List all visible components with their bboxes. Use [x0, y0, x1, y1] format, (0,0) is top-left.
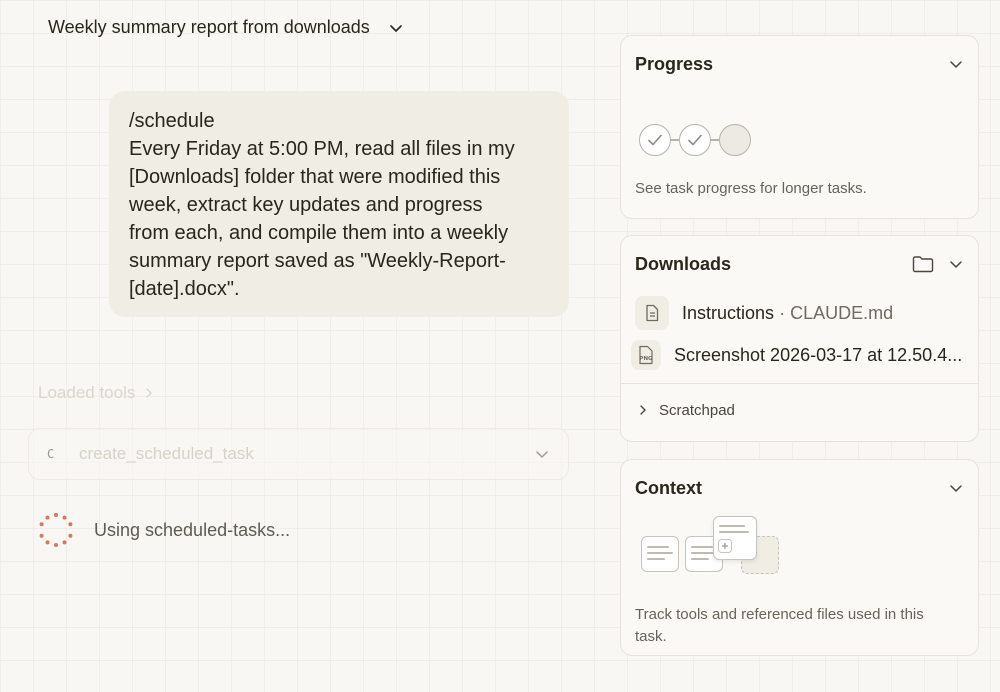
chevron-down-icon: [389, 24, 402, 32]
message-line: [Downloads] folder that were modified th…: [129, 166, 501, 188]
user-message-bubble: /schedule Every Friday at 5:00 PM, read …: [109, 91, 569, 317]
context-card-icon: [713, 516, 757, 560]
loaded-tools-label: Loaded tools: [38, 383, 136, 402]
checkmark-icon: [648, 134, 662, 146]
loaded-tools-toggle[interactable]: Loaded tools: [38, 383, 155, 403]
step-complete: [639, 124, 671, 156]
progress-title: Progress: [635, 53, 714, 74]
context-description-line: Track tools and referenced files used in…: [635, 606, 924, 623]
file-separator: ·: [779, 302, 786, 323]
step-complete: [679, 124, 711, 156]
chevron-down-icon: [950, 261, 962, 268]
progress-steps: [621, 92, 978, 178]
context-description: Track tools and referenced files used in…: [621, 604, 978, 648]
status-text: Using scheduled-tasks...: [94, 519, 291, 540]
plus-icon: [718, 539, 732, 553]
png-file-icon: PNG: [631, 340, 661, 370]
tool-status: Using scheduled-tasks...: [38, 512, 290, 548]
scratchpad-label: Scratchpad: [659, 401, 735, 419]
file-item-instructions[interactable]: Instructions · CLAUDE.md: [621, 292, 978, 334]
step-connector: [671, 139, 679, 141]
downloads-title: Downloads: [635, 253, 732, 274]
tool-name: create_scheduled_task: [79, 444, 254, 463]
context-description-line: task.: [635, 628, 667, 645]
tool-call-card[interactable]: C create_scheduled_task: [28, 428, 569, 480]
chevron-right-icon: [146, 388, 153, 398]
message-line: week, extract key updates and progress: [129, 194, 483, 216]
document-icon: [635, 296, 669, 330]
context-card-icon: [641, 536, 679, 572]
png-label: PNG: [639, 356, 653, 362]
file-item-screenshot[interactable]: PNG Screenshot 2026-03-17 at 12.50.4...: [617, 334, 978, 376]
message-line: Every Friday at 5:00 PM, read all files …: [129, 138, 515, 160]
chevron-right-icon: [640, 405, 646, 415]
context-title: Context: [635, 477, 702, 498]
scratchpad-toggle[interactable]: Scratchpad: [621, 384, 978, 436]
progress-description: See task progress for longer tasks.: [635, 180, 867, 197]
loading-spinner-icon: [39, 513, 73, 547]
progress-panel-header[interactable]: Progress: [621, 36, 978, 92]
file-name: Instructions · CLAUDE.md: [682, 303, 893, 324]
context-panel: Context Track tools and referenced files…: [620, 459, 979, 656]
conversation-title: Weekly summary report from downloads: [48, 17, 370, 37]
context-illustration: [635, 516, 964, 600]
conversation-title-dropdown[interactable]: Weekly summary report from downloads: [48, 17, 404, 38]
chevron-down-icon: [950, 61, 962, 68]
step-connector: [711, 139, 719, 141]
folder-icon[interactable]: [912, 255, 934, 273]
tool-prefix-icon: C: [47, 447, 55, 461]
message-line: summary report saved as "Weekly-Report-: [129, 250, 506, 272]
chevron-down-icon: [950, 485, 962, 492]
step-pending: [719, 124, 751, 156]
context-panel-header[interactable]: Context: [621, 460, 978, 516]
downloads-panel: Downloads Instructions · CLAUDE.md PNG S…: [620, 235, 979, 442]
message-line: [date].docx".: [129, 278, 240, 300]
progress-panel: Progress See task progress for longer ta…: [620, 35, 979, 219]
message-line: /schedule: [129, 110, 215, 132]
downloads-panel-header[interactable]: Downloads: [621, 236, 978, 292]
file-title: Screenshot 2026-03-17 at 12.50.4...: [674, 344, 963, 365]
chevron-down-icon: [536, 451, 548, 458]
checkmark-icon: [688, 134, 702, 146]
file-title: Instructions: [682, 302, 775, 323]
message-line: from each, and compile them into a weekl…: [129, 222, 509, 244]
file-subtitle: CLAUDE.md: [790, 302, 894, 323]
